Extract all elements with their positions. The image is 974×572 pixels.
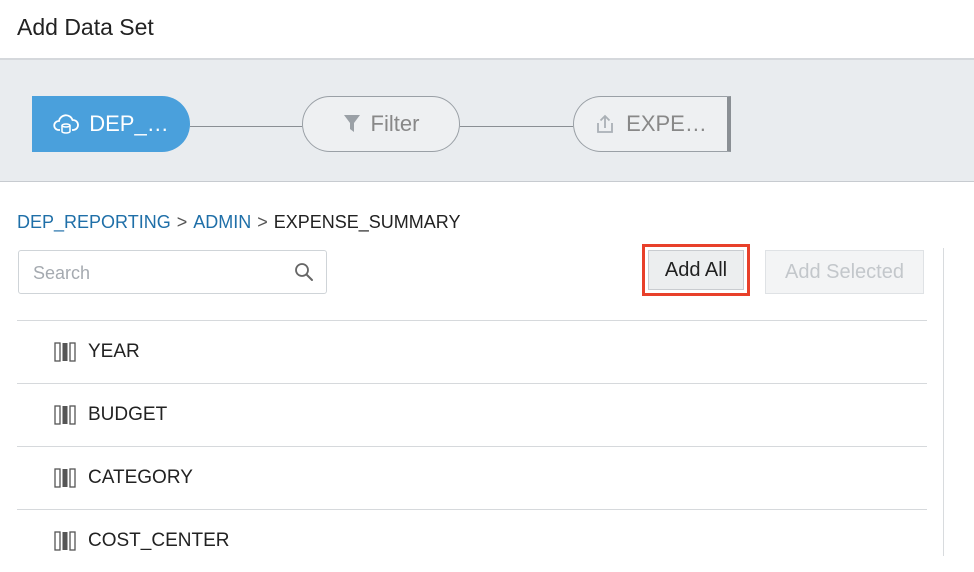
breadcrumb-current-table: EXPENSE_SUMMARY bbox=[273, 212, 461, 232]
column-icon bbox=[54, 468, 76, 488]
flow-node-target[interactable]: EXPE… bbox=[573, 96, 731, 152]
search-icon[interactable] bbox=[294, 262, 314, 287]
field-label: CATEGORY bbox=[88, 467, 193, 488]
funnel-icon bbox=[343, 114, 361, 134]
search-box bbox=[18, 250, 327, 295]
column-icon bbox=[54, 405, 76, 425]
flow-node-filter-label: Filter bbox=[370, 111, 420, 136]
column-icon bbox=[54, 531, 76, 551]
column-icon bbox=[54, 342, 76, 362]
page-title: Add Data Set bbox=[17, 14, 154, 40]
breadcrumb-link-schema[interactable]: ADMIN bbox=[193, 212, 251, 233]
field-row-category[interactable]: CATEGORY bbox=[17, 446, 927, 509]
flow-node-target-label: EXPE… bbox=[626, 111, 707, 136]
flow-connector bbox=[190, 126, 302, 127]
panel-divider bbox=[943, 248, 944, 556]
flow-node-source[interactable]: DEP_… bbox=[32, 96, 190, 152]
add-all-button-highlight: Add All bbox=[642, 244, 750, 296]
breadcrumb-separator: > bbox=[176, 212, 188, 232]
field-list: YEAR BUDGET CATEGORY COST_CENTER bbox=[17, 320, 927, 572]
upload-icon bbox=[594, 113, 616, 135]
title-bar: Add Data Set bbox=[0, 0, 974, 58]
dataflow-bar: DEP_… Filter EXPE… bbox=[0, 58, 974, 182]
breadcrumb: DEP_REPORTING > ADMIN > EXPENSE_SUMMARY bbox=[17, 212, 460, 233]
field-label: BUDGET bbox=[88, 404, 168, 425]
field-label: YEAR bbox=[88, 341, 140, 362]
breadcrumb-link-connection[interactable]: DEP_REPORTING bbox=[17, 212, 171, 233]
add-all-button[interactable]: Add All bbox=[648, 250, 744, 290]
field-label: COST_CENTER bbox=[88, 530, 230, 551]
flow-node-filter[interactable]: Filter bbox=[302, 96, 460, 152]
field-row-year[interactable]: YEAR bbox=[17, 320, 927, 383]
flow-connector bbox=[460, 126, 573, 127]
field-row-cost-center[interactable]: COST_CENTER bbox=[17, 509, 927, 572]
search-input[interactable] bbox=[31, 251, 290, 295]
add-selected-button[interactable]: Add Selected bbox=[765, 250, 924, 294]
field-row-budget[interactable]: BUDGET bbox=[17, 383, 927, 446]
flow-node-source-label: DEP_… bbox=[89, 111, 169, 136]
breadcrumb-separator: > bbox=[257, 212, 268, 232]
cloud-database-icon bbox=[53, 113, 80, 135]
